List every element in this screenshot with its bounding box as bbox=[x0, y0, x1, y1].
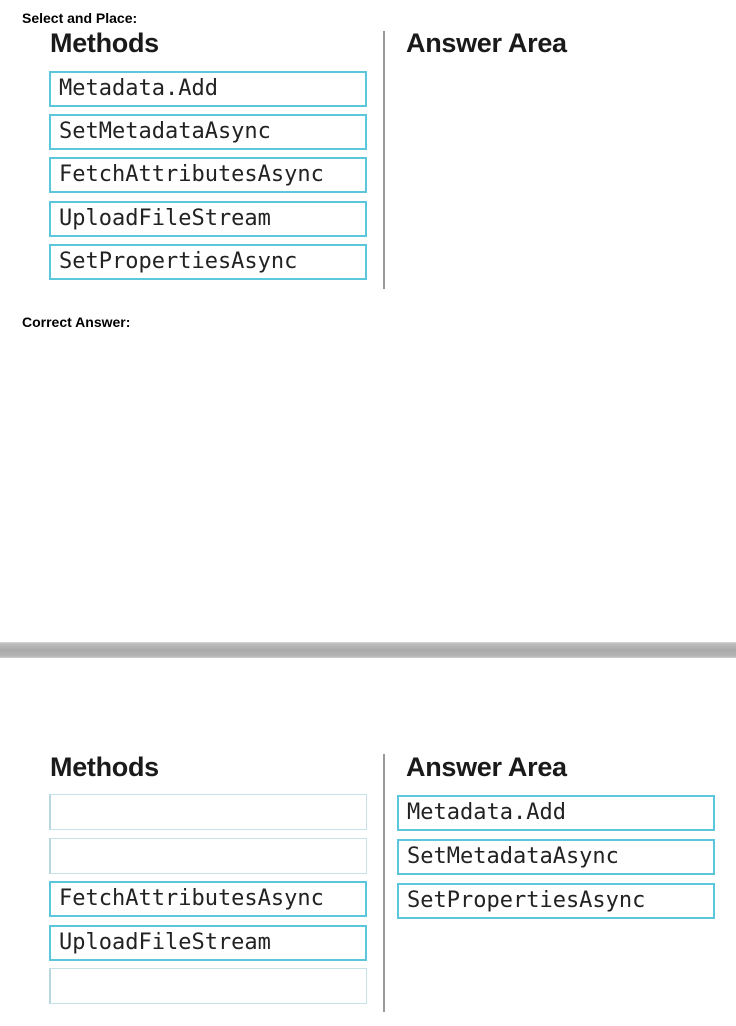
method-item-uploadfilestream[interactable]: UploadFileStream bbox=[49, 925, 367, 961]
answer-area-heading: Answer Area bbox=[406, 28, 567, 58]
method-item-setmetadataasync[interactable]: SetMetadataAsync bbox=[49, 114, 367, 150]
select-and-place-label: Select and Place: bbox=[22, 10, 138, 26]
methods-heading: Methods bbox=[50, 28, 159, 58]
empty-method-slot bbox=[49, 794, 367, 830]
answer-column-divider bbox=[383, 754, 385, 1012]
column-divider bbox=[383, 31, 385, 289]
section-separator bbox=[0, 642, 736, 658]
answer-methods-heading: Methods bbox=[50, 752, 159, 782]
answer-item-setpropertiesasync[interactable]: SetPropertiesAsync bbox=[397, 883, 715, 919]
answer-answer-area-heading: Answer Area bbox=[406, 752, 567, 782]
answer-item-metadata-add[interactable]: Metadata.Add bbox=[397, 795, 715, 831]
method-item-uploadfilestream[interactable]: UploadFileStream bbox=[49, 201, 367, 237]
empty-method-slot bbox=[49, 968, 367, 1004]
method-item-metadata-add[interactable]: Metadata.Add bbox=[49, 71, 367, 107]
empty-method-slot bbox=[49, 838, 367, 874]
method-item-fetchattributesasync[interactable]: FetchAttributesAsync bbox=[49, 157, 367, 193]
method-item-fetchattributesasync[interactable]: FetchAttributesAsync bbox=[49, 881, 367, 917]
answer-item-setmetadataasync[interactable]: SetMetadataAsync bbox=[397, 839, 715, 875]
correct-answer-label: Correct Answer: bbox=[22, 314, 131, 330]
method-item-setpropertiesasync[interactable]: SetPropertiesAsync bbox=[49, 244, 367, 280]
answer-area-drop-zone[interactable] bbox=[397, 71, 715, 286]
